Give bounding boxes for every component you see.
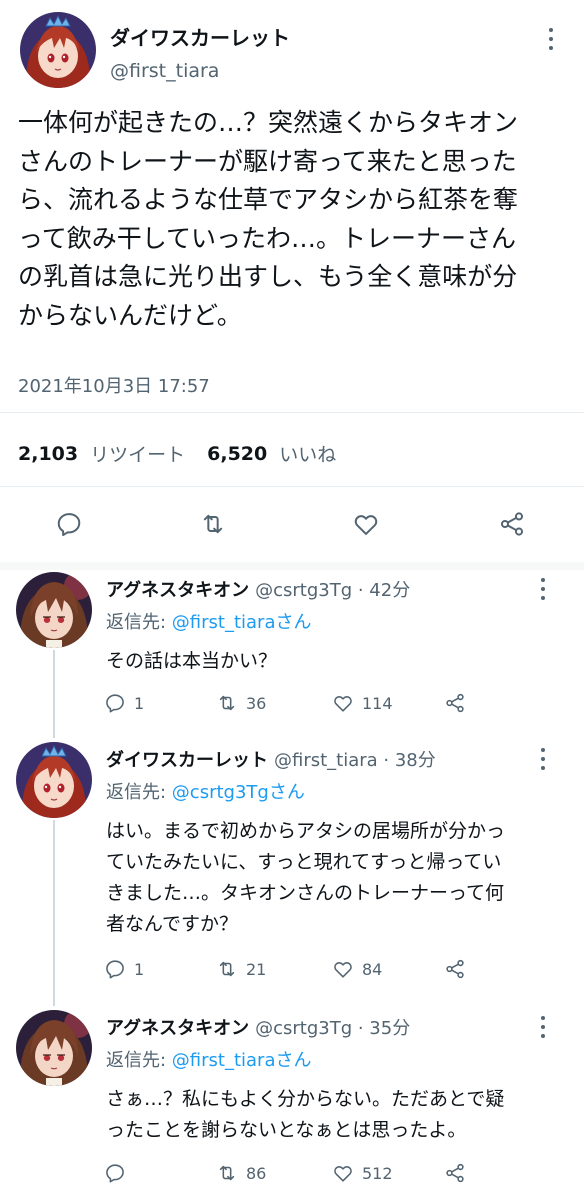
divider (0, 486, 584, 487)
tweet-text: 一体何が起きたの…？突然遠くからタキオン さんのトレーナーが駆け寄って来たと思っ… (18, 104, 566, 335)
retweet-icon (216, 958, 238, 980)
reply-to-line: 返信先: @first_tiaraさん (106, 1046, 312, 1072)
like-icon (332, 1162, 354, 1184)
reply-header: アグネスタキオン @csrtg3Tg · 42分 (106, 576, 410, 602)
share-button[interactable] (444, 1162, 466, 1184)
reply-meta: @csrtg3Tg · 35分 (255, 1018, 411, 1039)
reply-text: はい。まるで初めからアタシの居場所が分かっ ていたみたいに、すっと現れてすっと帰… (106, 816, 560, 940)
reply-text-line: さぁ…？私にもよく分からない。ただあとで疑 (106, 1088, 505, 1110)
character-avatar-tachyon-icon[interactable] (16, 1010, 92, 1086)
retweet-icon (216, 1162, 238, 1184)
tweet-text-line: ら、流れるような仕草でアタシから紅茶を奪 (18, 185, 519, 214)
reply-tweet[interactable]: ダイワスカーレット @first_tiara · 38分 返信先: @csrtg3… (0, 738, 584, 1006)
retweet-icon (216, 692, 238, 714)
retweet-icon[interactable] (199, 510, 227, 538)
more-options-icon[interactable] (548, 28, 554, 50)
retweet-count: 36 (246, 693, 267, 713)
retweet-count: 86 (246, 1163, 267, 1183)
like-count[interactable]: 6,520 (207, 443, 267, 465)
share-icon (444, 1162, 466, 1184)
like-icon (332, 958, 354, 980)
reply-tweet[interactable]: アグネスタキオン @csrtg3Tg · 35分 返信先: @first_tiar… (0, 1006, 584, 1200)
retweet-label[interactable]: リツイート (90, 440, 185, 467)
reply-icon (104, 692, 126, 714)
reply-icon[interactable] (55, 510, 83, 538)
reply-to-mention[interactable]: @first_tiaraさん (172, 612, 312, 633)
reply-to-label: 返信先: (106, 782, 172, 803)
share-icon (444, 958, 466, 980)
share-button[interactable] (444, 692, 466, 714)
like-icon (332, 692, 354, 714)
tweet-text-line: の乳首は急に光り出すし、もう全く意味が分 (18, 262, 518, 291)
retweet-count: 21 (246, 959, 267, 979)
reply-meta: @csrtg3Tg · 42分 (255, 580, 411, 601)
share-button[interactable] (444, 958, 466, 980)
reply-actions: 86 512 (104, 1162, 474, 1186)
reply-count: 1 (134, 959, 145, 979)
reply-icon (104, 1162, 126, 1184)
engagement-stats: 2,103 リツイート 6,520 いいね (18, 440, 336, 467)
more-options-icon[interactable] (540, 1016, 546, 1038)
reply-text: さぁ…？私にもよく分からない。ただあとで疑 ったことを謝らないとなぁとは思ったよ… (106, 1084, 560, 1146)
reply-text-line: 者なんですか？ (106, 913, 239, 935)
tweet-text-line: って飲み干していったわ…。トレーナーさん (18, 223, 517, 253)
reply-text-line: ったことを謝らないとなぁとは思ったよ。 (106, 1119, 467, 1141)
reply-to-line: 返信先: @csrtg3Tgさん (106, 778, 305, 804)
reply-actions: 1 21 84 (104, 958, 474, 982)
reply-button[interactable]: 1 (104, 958, 144, 980)
more-options-icon[interactable] (540, 578, 546, 600)
author-display-name[interactable]: ダイワスカーレット (110, 22, 290, 51)
more-options-icon[interactable] (540, 748, 546, 770)
reply-to-label: 返信先: (106, 1050, 172, 1071)
retweet-button[interactable]: 36 (216, 692, 266, 714)
reply-text-line: きました…。タキオンさんのトレーナーって何 (106, 882, 505, 904)
reply-to-line: 返信先: @first_tiaraさん (106, 608, 312, 634)
like-button[interactable]: 84 (332, 958, 382, 980)
like-button[interactable]: 114 (332, 692, 393, 714)
reply-button[interactable]: 1 (104, 692, 144, 714)
reply-header: アグネスタキオン @csrtg3Tg · 35分 (106, 1014, 410, 1040)
reply-text-line: はい。まるで初めからアタシの居場所が分かっ (106, 820, 506, 842)
tweet-text-line: さんのトレーナーが駆け寄って来たと思った (18, 146, 517, 176)
main-tweet: ダイワスカーレット @first_tiara 一体何が起きたの…？突然遠くからタ… (0, 0, 584, 562)
reply-text: その話は本当かい？ (106, 646, 560, 677)
share-icon (444, 692, 466, 714)
reply-icon (104, 958, 126, 980)
character-avatar-scarlet-icon[interactable] (20, 12, 96, 88)
reply-button[interactable] (104, 1162, 134, 1184)
character-avatar-scarlet-icon[interactable] (16, 742, 92, 818)
reply-header: ダイワスカーレット @first_tiara · 38分 (106, 746, 436, 772)
reply-author-name[interactable]: アグネスタキオン (106, 580, 249, 601)
reply-to-label: 返信先: (106, 612, 172, 633)
reply-to-mention[interactable]: @csrtg3Tgさん (172, 782, 305, 803)
retweet-button[interactable]: 21 (216, 958, 266, 980)
section-divider (0, 562, 584, 570)
tweet-text-line: からないんだけど。 (18, 300, 242, 330)
reply-count: 1 (134, 693, 145, 713)
like-count: 84 (362, 959, 383, 979)
retweet-button[interactable]: 86 (216, 1162, 266, 1184)
divider (0, 412, 584, 413)
like-count: 512 (362, 1163, 393, 1183)
retweet-count[interactable]: 2,103 (18, 443, 78, 465)
like-label[interactable]: いいね (279, 440, 336, 467)
reply-author-name[interactable]: アグネスタキオン (106, 1018, 249, 1039)
like-icon[interactable] (352, 510, 380, 538)
reply-author-name[interactable]: ダイワスカーレット (106, 750, 268, 771)
reply-tweet[interactable]: アグネスタキオン @csrtg3Tg · 42分 返信先: @first_tiar… (0, 570, 584, 738)
like-button[interactable]: 512 (332, 1162, 393, 1184)
reply-text-line: ていたみたいに、すっと現れてすっと帰ってい (106, 851, 502, 873)
tweet-timestamp[interactable]: 2021年10月3日 17:57 (18, 372, 210, 398)
author-handle[interactable]: @first_tiara (110, 60, 219, 82)
reply-to-mention[interactable]: @first_tiaraさん (172, 1050, 312, 1071)
like-count: 114 (362, 693, 393, 713)
reply-text-line: その話は本当かい？ (106, 650, 278, 672)
character-avatar-tachyon-icon[interactable] (16, 572, 92, 648)
tweet-text-line: 一体何が起きたの…？突然遠くからタキオン (18, 108, 519, 137)
reply-actions: 1 36 114 (104, 692, 474, 716)
reply-meta: @first_tiara · 38分 (274, 750, 436, 771)
share-icon[interactable] (498, 510, 526, 538)
